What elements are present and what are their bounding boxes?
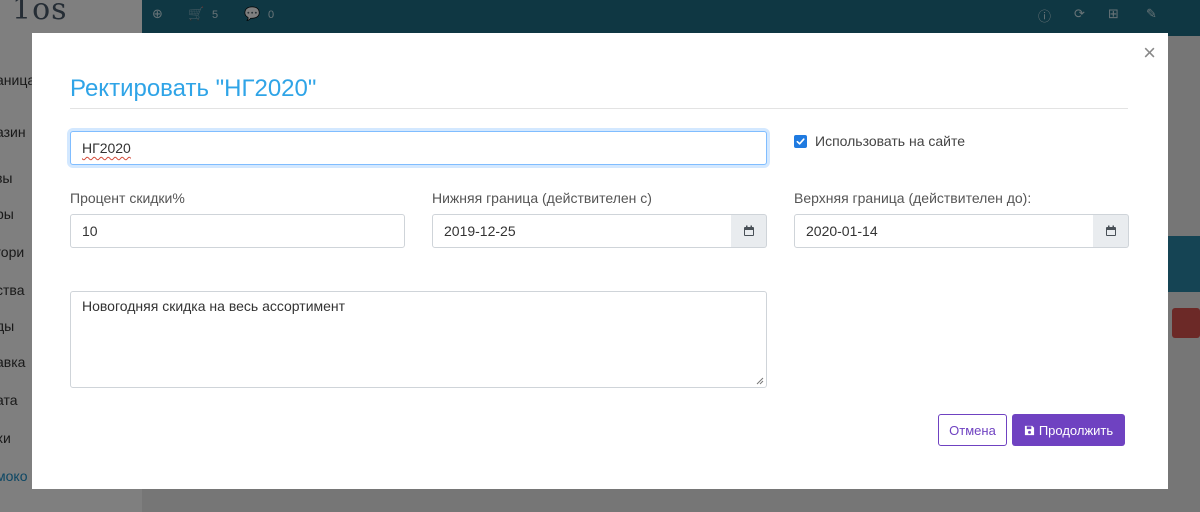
discount-label: Процент скидки% [70, 190, 185, 206]
lower-bound-value: 2019-12-25 [444, 223, 516, 239]
upper-bound-value: 2020-01-14 [806, 223, 878, 239]
use-on-site-label: Использовать на сайте [815, 133, 966, 149]
calendar-icon [743, 225, 754, 236]
check-icon [796, 137, 805, 145]
resize-handle-icon[interactable] [756, 377, 764, 385]
calendar-icon [1105, 225, 1116, 236]
lower-bound-calendar-button[interactable] [731, 214, 767, 248]
discount-value: 10 [82, 223, 98, 239]
close-icon[interactable]: × [1143, 41, 1156, 65]
modal-title: Ректировать "НГ2020" [70, 75, 317, 102]
description-value: Новогодняя скидка на весь ассортимент [82, 298, 346, 314]
coupon-name-input[interactable]: НГ2020 [70, 131, 767, 165]
upper-bound-calendar-button[interactable] [1093, 214, 1129, 248]
continue-button[interactable]: Продолжить [1012, 414, 1125, 446]
lower-bound-input[interactable]: 2019-12-25 [432, 214, 732, 248]
lower-bound-label: Нижняя граница (действителен с) [432, 190, 652, 206]
use-on-site-checkbox[interactable] [794, 134, 807, 148]
coupon-name-value: НГ2020 [82, 140, 131, 156]
use-on-site-toggle[interactable]: Использовать на сайте [794, 133, 965, 149]
discount-input[interactable]: 10 [70, 214, 405, 248]
upper-bound-input[interactable]: 2020-01-14 [794, 214, 1094, 248]
edit-coupon-modal: × Ректировать "НГ2020" НГ2020 Использова… [32, 33, 1168, 489]
description-textarea[interactable]: Новогодняя скидка на весь ассортимент [70, 291, 767, 388]
cancel-button[interactable]: Отмена [938, 414, 1007, 446]
upper-bound-label: Верхняя граница (действителен до): [794, 190, 1032, 206]
title-divider [70, 108, 1128, 109]
continue-label: Продолжить [1038, 422, 1114, 438]
save-icon [1024, 425, 1034, 435]
